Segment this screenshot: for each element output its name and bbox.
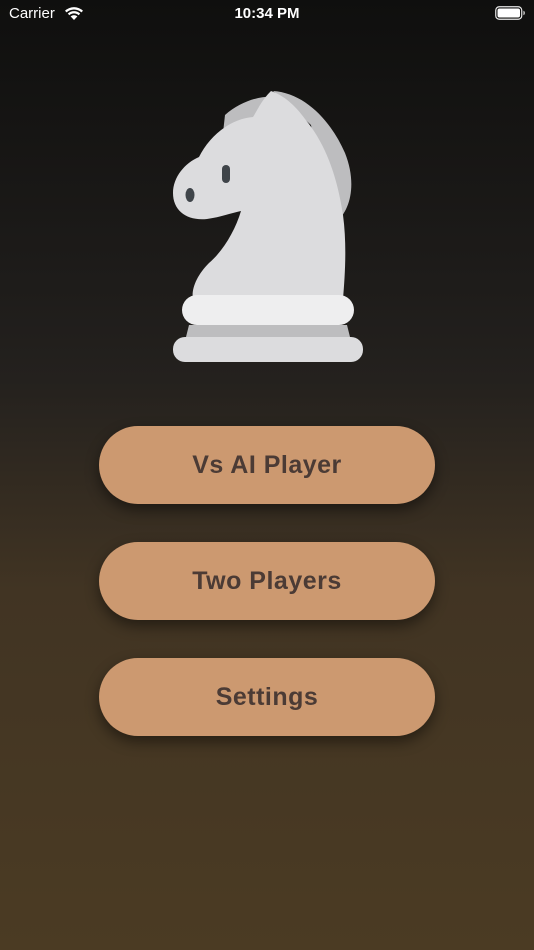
chess-knight-icon bbox=[173, 91, 363, 362]
chess-knight-logo bbox=[165, 85, 370, 370]
vs-ai-player-button[interactable]: Vs AI Player bbox=[99, 426, 435, 504]
two-players-button[interactable]: Two Players bbox=[99, 542, 435, 620]
status-bar: Carrier 10:34 PM bbox=[0, 0, 534, 28]
settings-button[interactable]: Settings bbox=[99, 658, 435, 736]
battery-icon bbox=[495, 6, 526, 20]
status-time: 10:34 PM bbox=[234, 5, 300, 22]
